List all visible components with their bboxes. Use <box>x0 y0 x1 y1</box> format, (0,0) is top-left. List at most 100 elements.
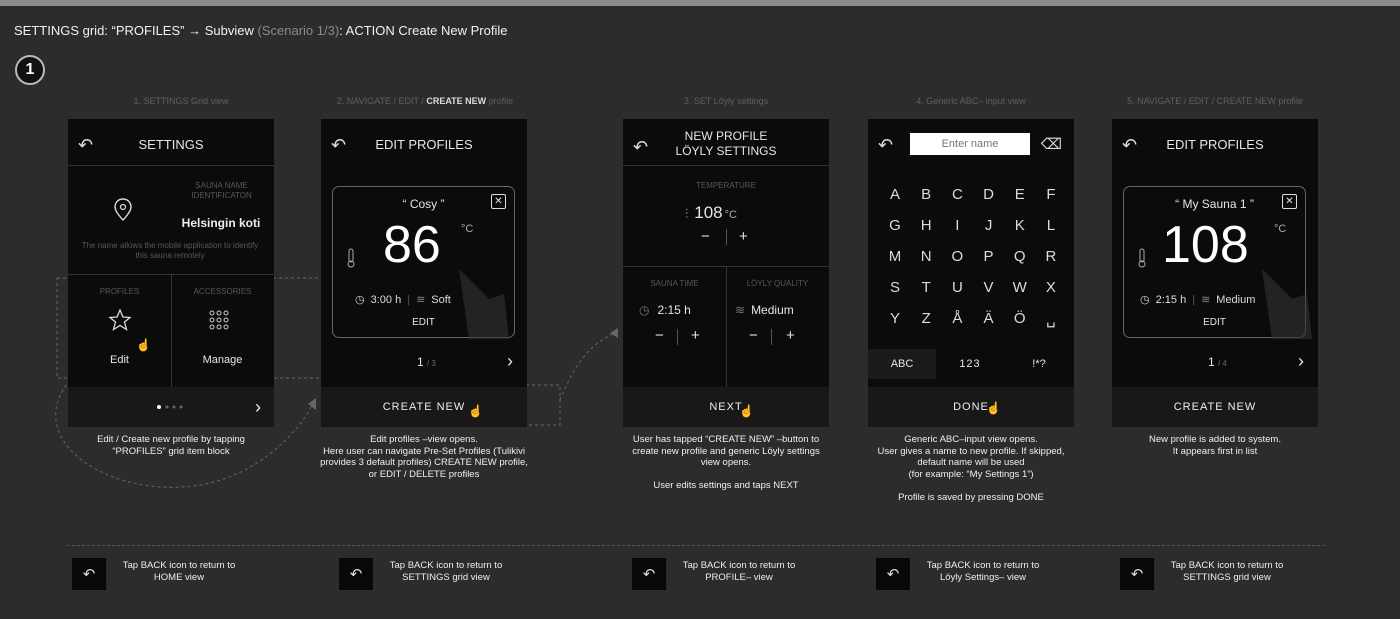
delete-profile-button[interactable]: ✕ <box>1282 194 1297 209</box>
key[interactable]: Ä <box>976 310 1002 327</box>
keyboard-row: STUVWX <box>880 272 1066 303</box>
key[interactable]: N <box>913 248 939 265</box>
key[interactable]: A <box>882 186 908 203</box>
temp-unit: °C <box>461 223 474 235</box>
key[interactable]: Z <box>913 310 939 327</box>
key[interactable]: I <box>944 217 970 234</box>
done-button[interactable]: DONE <box>868 387 1074 427</box>
caption-step-1: Edit / Create new profile by tapping “PRO… <box>97 434 245 457</box>
key[interactable]: C <box>944 186 970 203</box>
key[interactable]: L <box>1038 217 1064 234</box>
mode-symbols-button[interactable]: !*? <box>1004 349 1074 379</box>
next-page-chevron[interactable]: › <box>255 397 262 418</box>
pager-bar: › <box>68 387 274 427</box>
screen-title: EDIT PROFILES <box>1166 137 1264 152</box>
page-indicator: 1 / 3 <box>417 355 436 369</box>
sauna-time-value: ◷ 2:15 h <box>639 303 691 317</box>
name-input[interactable] <box>910 133 1030 155</box>
back-icon[interactable]: ↶ <box>876 558 910 590</box>
back-icon[interactable]: ↶ <box>72 558 106 590</box>
star-icon[interactable] <box>108 308 132 332</box>
delete-profile-button[interactable]: ✕ <box>491 194 506 209</box>
dots-grid-icon[interactable] <box>208 309 230 331</box>
key[interactable]: P <box>976 248 1002 265</box>
key[interactable]: E <box>1007 186 1033 203</box>
next-profile-chevron[interactable]: › <box>507 351 513 372</box>
back-icon[interactable]: ↶ <box>632 558 666 590</box>
key[interactable]: G <box>882 217 908 234</box>
clock-icon: ◷ <box>639 303 650 317</box>
profile-time: 2:15 h <box>1155 293 1187 306</box>
back-hint-1: ↶ Tap BACK icon to return to HOME view <box>72 558 244 590</box>
quality-minus[interactable]: − <box>749 327 758 344</box>
key[interactable]: W <box>1007 279 1033 296</box>
mode-abc-button[interactable]: ABC <box>868 349 936 379</box>
key[interactable]: R <box>1038 248 1064 265</box>
caption-step-2: Edit profiles –view opens. Here user can … <box>320 434 528 480</box>
key[interactable]: V <box>976 279 1002 296</box>
key[interactable]: T <box>913 279 939 296</box>
keyboard-mode-bar: ABC 123 !*? <box>868 349 1074 379</box>
pointing-hand-icon: ☝ <box>739 404 754 418</box>
key[interactable]: X <box>1038 279 1064 296</box>
key[interactable]: Y <box>882 310 908 327</box>
loyly-quality-label: LÖYLY QUALITY <box>746 279 809 288</box>
key[interactable]: B <box>913 186 939 203</box>
key[interactable]: O <box>944 248 970 265</box>
key[interactable]: J <box>976 217 1002 234</box>
profile-quality: Medium <box>1216 293 1256 306</box>
key[interactable]: D <box>976 186 1002 203</box>
steam-icon: ≋ <box>416 294 426 306</box>
screen-title: EDIT PROFILES <box>375 137 473 152</box>
time-minus[interactable]: − <box>655 327 664 344</box>
screen-title: SETTINGS <box>138 137 204 152</box>
key[interactable]: Q <box>1007 248 1033 265</box>
create-new-button[interactable]: CREATE NEW <box>1112 387 1318 427</box>
create-new-button[interactable]: CREATE NEW <box>321 387 527 427</box>
quality-plus[interactable]: + <box>786 327 795 344</box>
key[interactable]: Å <box>944 310 970 327</box>
sauna-time-label: SAUNA TIME <box>650 279 699 288</box>
accessories-label: ACCESSORIES <box>193 287 252 296</box>
space-key[interactable]: ␣ <box>1038 310 1064 328</box>
back-icon[interactable]: ↶ <box>878 135 893 156</box>
key[interactable]: U <box>944 279 970 296</box>
key[interactable]: K <box>1007 217 1033 234</box>
profiles-edit-button[interactable]: Edit <box>68 354 171 366</box>
profile-time: 3:00 h <box>370 293 402 306</box>
screen-edit-profiles-result: ↶ EDIT PROFILES “ My Sauna 1 ” ✕ 108 °C … <box>1112 119 1318 427</box>
back-hint-text: Tap BACK icon to return to SETTINGS grid … <box>389 560 503 583</box>
screen-title: NEW PROFILE LÖYLY SETTINGS <box>675 129 777 158</box>
page-dots <box>157 405 183 409</box>
location-pin-icon <box>114 198 132 221</box>
back-icon[interactable]: ↶ <box>1120 558 1154 590</box>
key[interactable]: Ö <box>1007 310 1033 327</box>
keyboard-row: ABCDEF <box>880 179 1066 210</box>
profiles-label: PROFILES <box>99 287 140 296</box>
key[interactable]: H <box>913 217 939 234</box>
temperature-minus[interactable]: − <box>701 228 710 245</box>
time-plus[interactable]: + <box>691 327 700 344</box>
accessories-manage-button[interactable]: Manage <box>171 354 274 366</box>
key[interactable]: F <box>1038 186 1064 203</box>
caption-step-3: User has tapped “CREATE NEW” –button to c… <box>632 434 820 491</box>
screen-edit-profiles: ↶ EDIT PROFILES “ Cosy ” ✕ 86 °C ◷ 3:00 h… <box>321 119 527 427</box>
key[interactable]: M <box>882 248 908 265</box>
mode-123-button[interactable]: 123 <box>936 349 1004 379</box>
keyboard: ABCDEF GHIJKL MNOPQR STUVWX Y Z Å Ä Ö ␣ <box>880 179 1066 334</box>
sauna-name: Helsingin koti <box>181 216 261 230</box>
profile-quality: Soft <box>431 293 451 306</box>
back-hint-text: Tap BACK icon to return to SETTINGS grid … <box>1170 560 1284 583</box>
caption-step-5: New profile is added to system. It appear… <box>1148 434 1281 457</box>
page-indicator: 1 / 4 <box>1208 355 1227 369</box>
next-profile-chevron[interactable]: › <box>1298 351 1304 372</box>
temperature-plus[interactable]: + <box>739 228 748 245</box>
profile-name: “ My Sauna 1 ” <box>1175 197 1254 211</box>
next-button[interactable]: NEXT <box>623 387 829 427</box>
temperature-label: TEMPERATURE <box>696 181 756 190</box>
info-text: The name allows the mobile application t… <box>81 241 259 260</box>
pointing-hand-icon: ☝ <box>986 401 1001 415</box>
key[interactable]: S <box>882 279 908 296</box>
backspace-icon[interactable]: ⌫ <box>1041 135 1062 153</box>
back-icon[interactable]: ↶ <box>339 558 373 590</box>
